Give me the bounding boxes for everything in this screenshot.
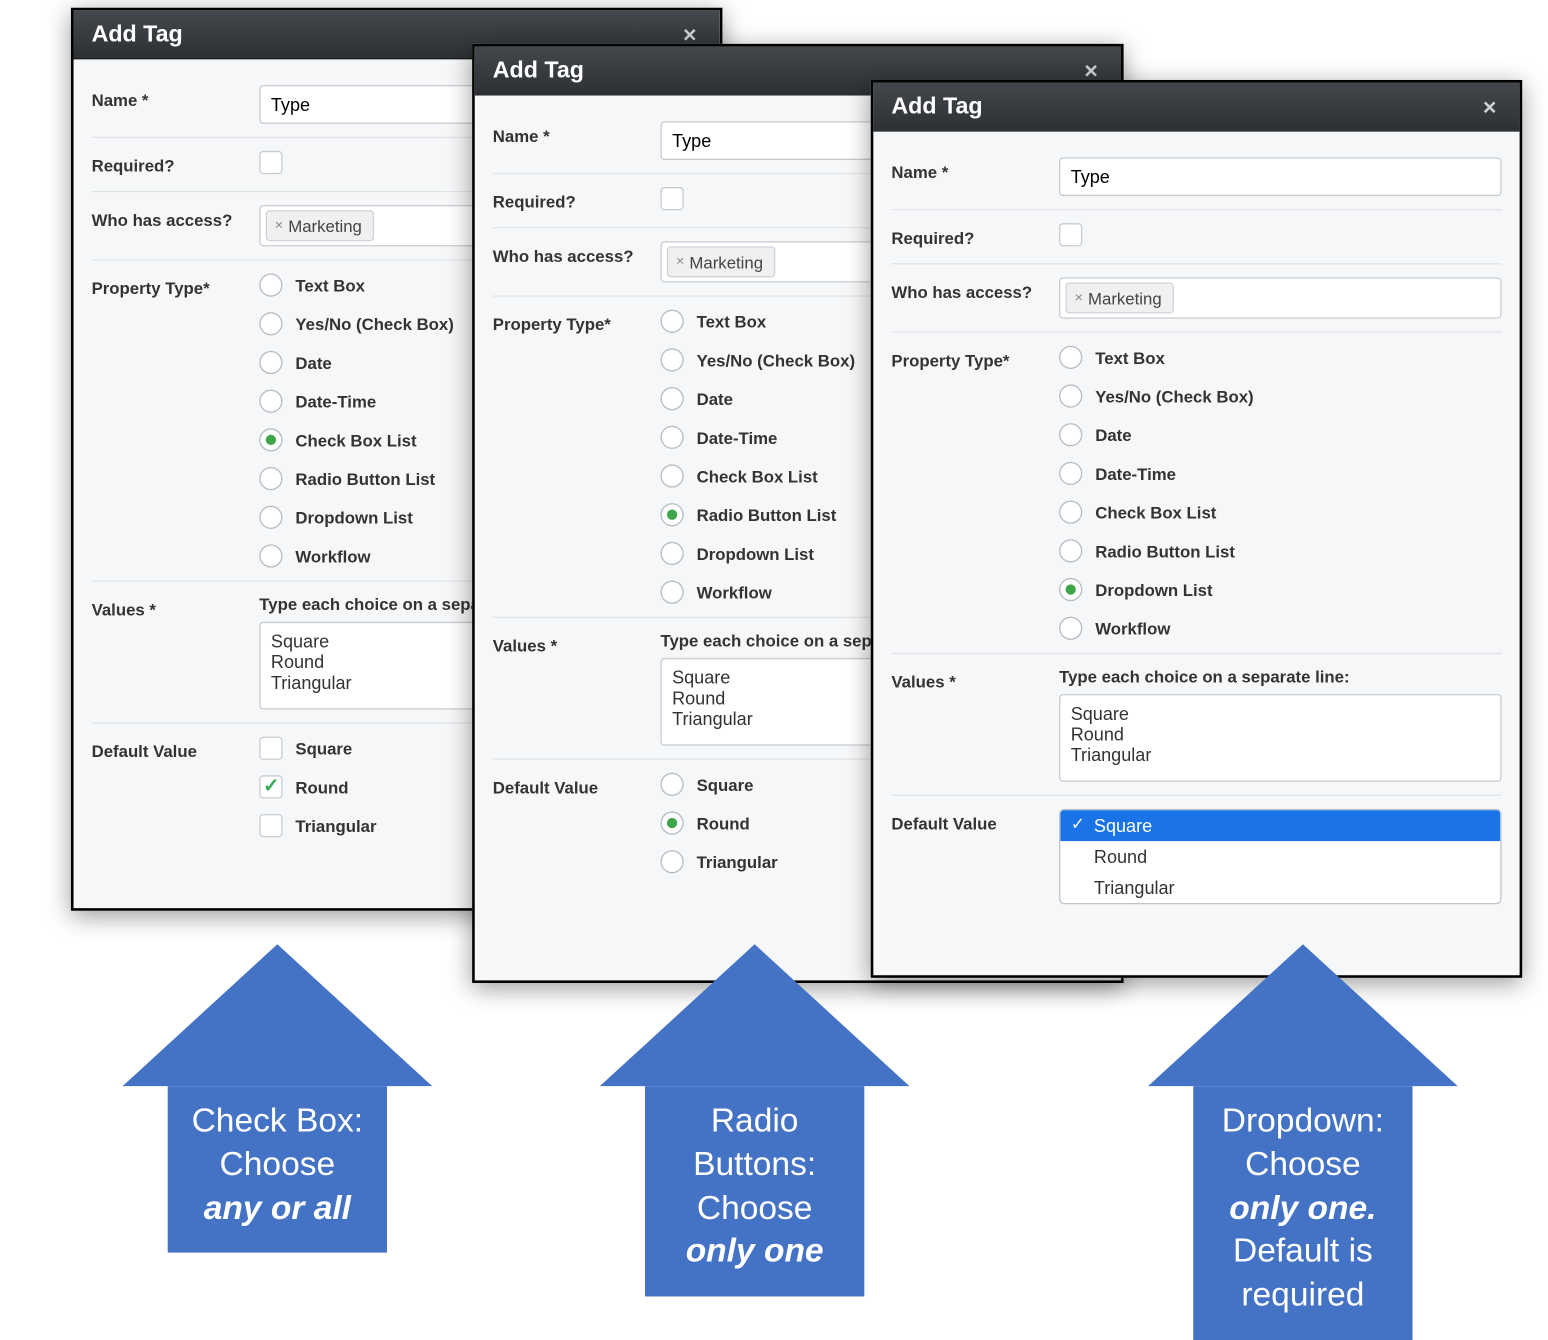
default-value-label: Default Value (891, 809, 1059, 834)
name-label: Name * (493, 121, 661, 146)
required-label: Required? (92, 151, 260, 176)
ptype-option[interactable]: Check Box List (1059, 501, 1501, 524)
ptype-option[interactable]: Radio Button List (1059, 539, 1501, 562)
dialog-dropdown: Add Tag × Name * Required? Who has acces… (871, 80, 1522, 978)
name-label: Name * (891, 157, 1059, 182)
property-type-label: Property Type* (92, 273, 260, 298)
required-label: Required? (493, 187, 661, 212)
dialog-title: Add Tag (92, 21, 183, 48)
access-chip[interactable]: × Marketing (1066, 283, 1174, 314)
chip-label: Marketing (288, 216, 362, 235)
required-checkbox[interactable] (1059, 223, 1082, 246)
access-label: Who has access? (92, 205, 260, 230)
ptype-option[interactable]: Yes/No (Check Box) (1059, 384, 1501, 407)
chip-remove-icon[interactable]: × (1075, 291, 1083, 305)
required-checkbox[interactable] (660, 187, 683, 210)
callout-radio: Radio Buttons: Choose only one (522, 944, 986, 1296)
chip-label: Marketing (689, 252, 763, 271)
property-type-label: Property Type* (493, 310, 661, 335)
arrow-up-icon (123, 944, 433, 1086)
dropdown-option[interactable]: Triangular (1060, 872, 1500, 903)
close-icon[interactable]: × (1478, 95, 1502, 118)
close-icon[interactable]: × (1079, 59, 1103, 82)
ptype-option[interactable]: Workflow (1059, 617, 1501, 640)
values-hint: Type each choice on a separate line: (1059, 667, 1501, 686)
access-label: Who has access? (493, 241, 661, 266)
default-value-label: Default Value (493, 773, 661, 798)
values-label: Values * (493, 631, 661, 656)
dialog-title: Add Tag (493, 57, 584, 84)
dialog-title: Add Tag (891, 93, 982, 120)
values-label: Values * (92, 595, 260, 620)
access-chip[interactable]: × Marketing (266, 210, 374, 241)
property-type-label: Property Type* (891, 346, 1059, 371)
chip-remove-icon[interactable]: × (275, 219, 283, 233)
default-value-label: Default Value (92, 737, 260, 762)
ptype-option[interactable]: Date (1059, 423, 1501, 446)
callout-checkbox: Check Box: Choose any or all (45, 944, 509, 1253)
arrow-up-icon (600, 944, 910, 1086)
close-icon[interactable]: × (678, 23, 702, 46)
access-label: Who has access? (891, 277, 1059, 302)
values-textarea[interactable]: Square Round Triangular (1059, 694, 1501, 782)
name-input[interactable] (1059, 157, 1501, 196)
name-label: Name * (92, 85, 260, 110)
required-label: Required? (891, 223, 1059, 248)
dropdown-option[interactable]: Square (1060, 810, 1500, 841)
access-chip[interactable]: × Marketing (667, 246, 775, 277)
values-label: Values * (891, 667, 1059, 692)
ptype-option[interactable]: Dropdown List (1059, 578, 1501, 601)
chip-label: Marketing (1088, 288, 1162, 307)
arrow-up-icon (1148, 944, 1458, 1086)
callout-dropdown: Dropdown: Choose only one. Default is re… (1071, 944, 1535, 1340)
ptype-option[interactable]: Date-Time (1059, 462, 1501, 485)
required-checkbox[interactable] (259, 151, 282, 174)
access-input[interactable]: × Marketing (1059, 277, 1501, 318)
dropdown-option[interactable]: Round (1060, 841, 1500, 872)
ptype-option[interactable]: Text Box (1059, 346, 1501, 369)
dialog-header: Add Tag × (873, 83, 1519, 132)
default-value-dropdown[interactable]: ⌃⌄ Square Round Triangular (1059, 809, 1501, 904)
chip-remove-icon[interactable]: × (676, 255, 684, 269)
